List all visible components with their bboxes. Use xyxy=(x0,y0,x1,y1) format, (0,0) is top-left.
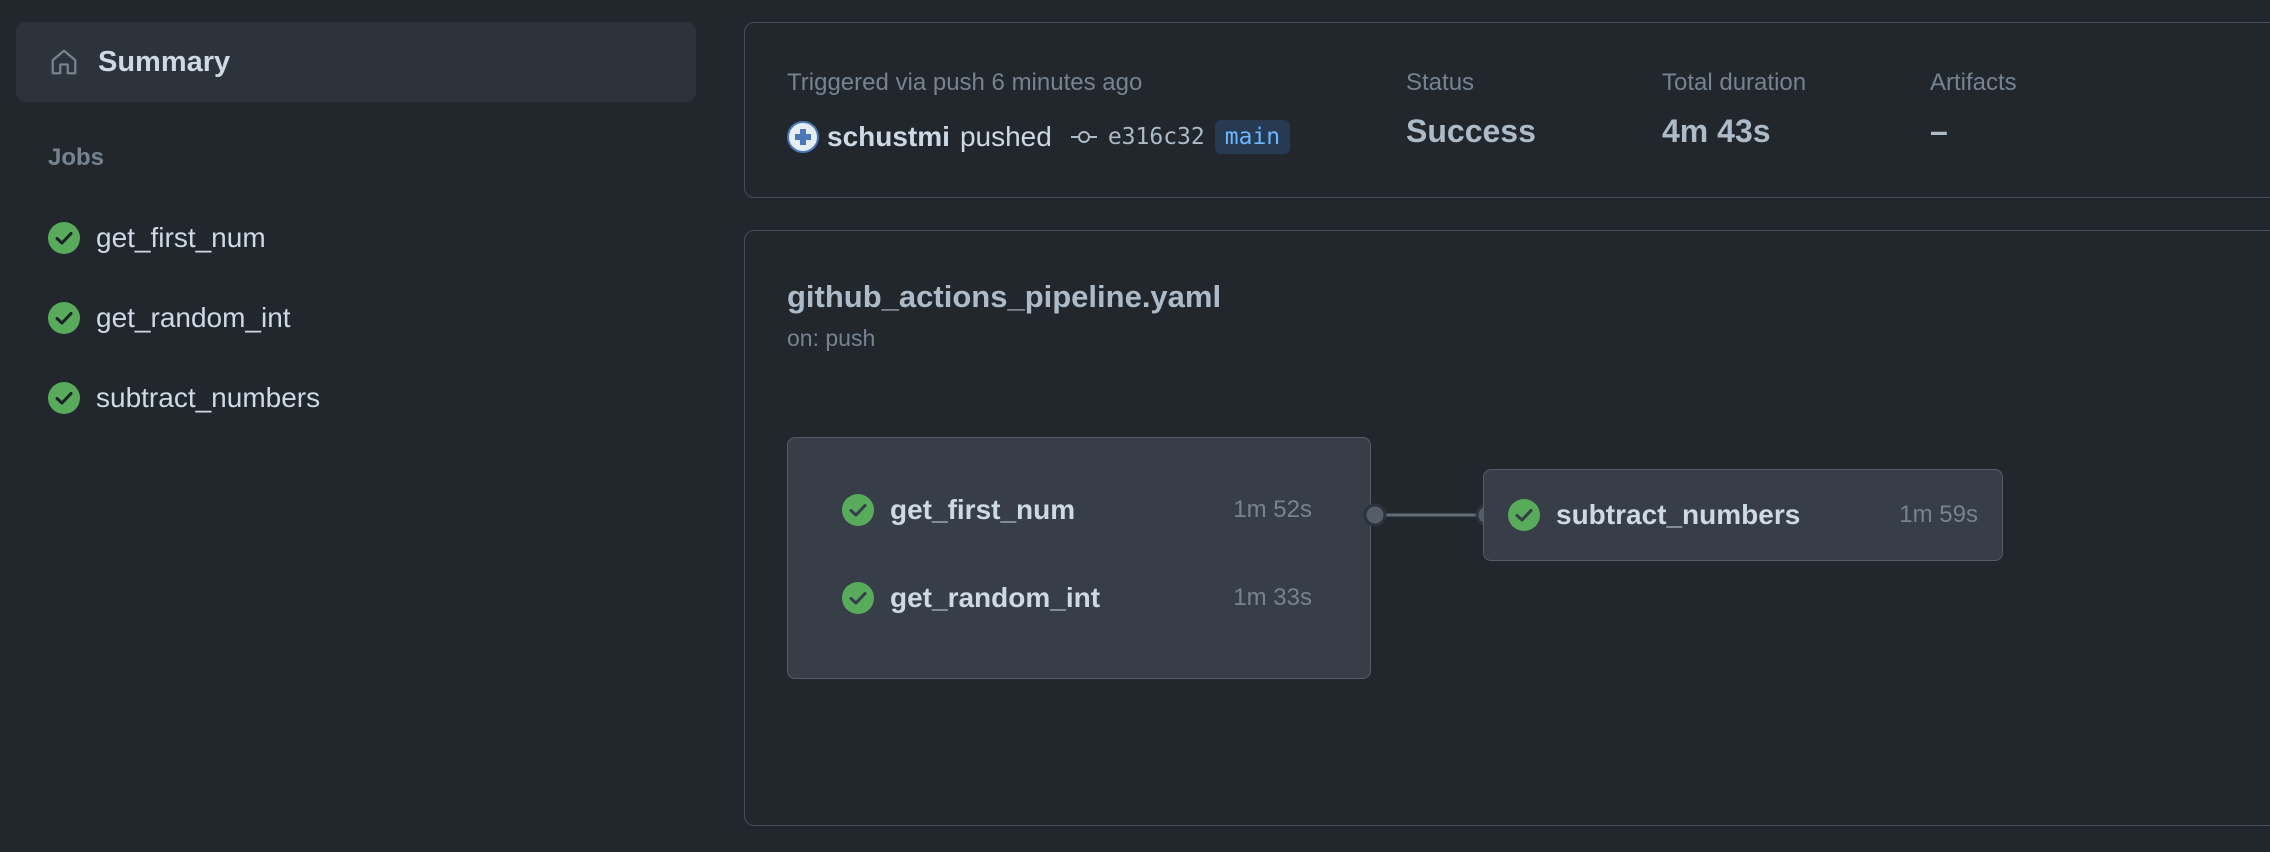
sidebar-job-label: subtract_numbers xyxy=(96,382,321,413)
check-circle-icon xyxy=(842,582,874,614)
artifacts-label: Artifacts xyxy=(1930,69,2017,96)
duration-value: 4m 43s xyxy=(1662,113,1771,149)
check-circle-icon xyxy=(48,302,80,334)
graph-job-label: get_first_num xyxy=(890,494,1076,525)
graph-job-label: get_random_int xyxy=(890,582,1101,613)
commit-sha-link[interactable]: e316c32 xyxy=(1108,124,1205,150)
workflow-file-name[interactable]: github_actions_pipeline.yaml xyxy=(787,279,1221,315)
sidebar-job-subtract-numbers[interactable]: subtract_numbers xyxy=(48,378,320,418)
artifacts-value: – xyxy=(1930,113,1948,149)
home-icon xyxy=(48,46,80,78)
workflow-graph-card: github_actions_pipeline.yaml on: push ge… xyxy=(744,230,2270,826)
sidebar-summary-link[interactable]: Summary xyxy=(16,22,696,102)
graph-job-get-first-num[interactable]: get_first_num 1m 52s xyxy=(842,490,1312,530)
workflow-trigger: on: push xyxy=(787,325,876,351)
avatar-image-icon xyxy=(795,129,811,145)
push-user-link[interactable]: schustmi xyxy=(827,121,950,153)
graph-job-label: subtract_numbers xyxy=(1556,499,1801,530)
push-info: schustmi pushed e316c32 main xyxy=(787,117,1291,157)
status-label: Status xyxy=(1406,69,1475,96)
check-circle-icon xyxy=(1508,499,1540,531)
avatar[interactable] xyxy=(787,121,819,153)
graph-job-duration: 1m 33s xyxy=(1233,584,1312,611)
check-circle-icon xyxy=(48,382,80,414)
triggered-text: Triggered via push 6 minutes ago xyxy=(787,69,1143,96)
check-circle-icon xyxy=(48,222,80,254)
graph-job-get-random-int[interactable]: get_random_int 1m 33s xyxy=(842,578,1312,618)
sidebar: Summary Jobs get_first_num get_random_in… xyxy=(0,0,710,852)
status-value: Success xyxy=(1406,113,1536,149)
git-commit-icon xyxy=(1070,131,1097,143)
run-summary-card: Triggered via push 6 minutes ago schustm… xyxy=(744,22,2270,198)
sidebar-job-label: get_first_num xyxy=(96,222,266,253)
sidebar-job-get-random-int[interactable]: get_random_int xyxy=(48,298,291,338)
job-group-box: get_first_num 1m 52s get_random_int 1m 3… xyxy=(787,437,1371,679)
job-dependency-connector xyxy=(1363,503,1499,527)
duration-label: Total duration xyxy=(1662,69,1807,96)
branch-badge[interactable]: main xyxy=(1214,120,1291,154)
jobs-heading: Jobs xyxy=(48,144,105,171)
graph-job-subtract-numbers[interactable]: subtract_numbers 1m 59s xyxy=(1483,469,2003,561)
sidebar-job-get-first-num[interactable]: get_first_num xyxy=(48,218,266,258)
graph-job-duration: 1m 59s xyxy=(1899,501,1978,528)
check-circle-icon xyxy=(842,494,874,526)
sidebar-summary-label: Summary xyxy=(98,45,231,78)
push-action-text: pushed xyxy=(959,121,1052,152)
sidebar-job-label: get_random_int xyxy=(96,302,291,333)
graph-job-duration: 1m 52s xyxy=(1233,496,1312,523)
